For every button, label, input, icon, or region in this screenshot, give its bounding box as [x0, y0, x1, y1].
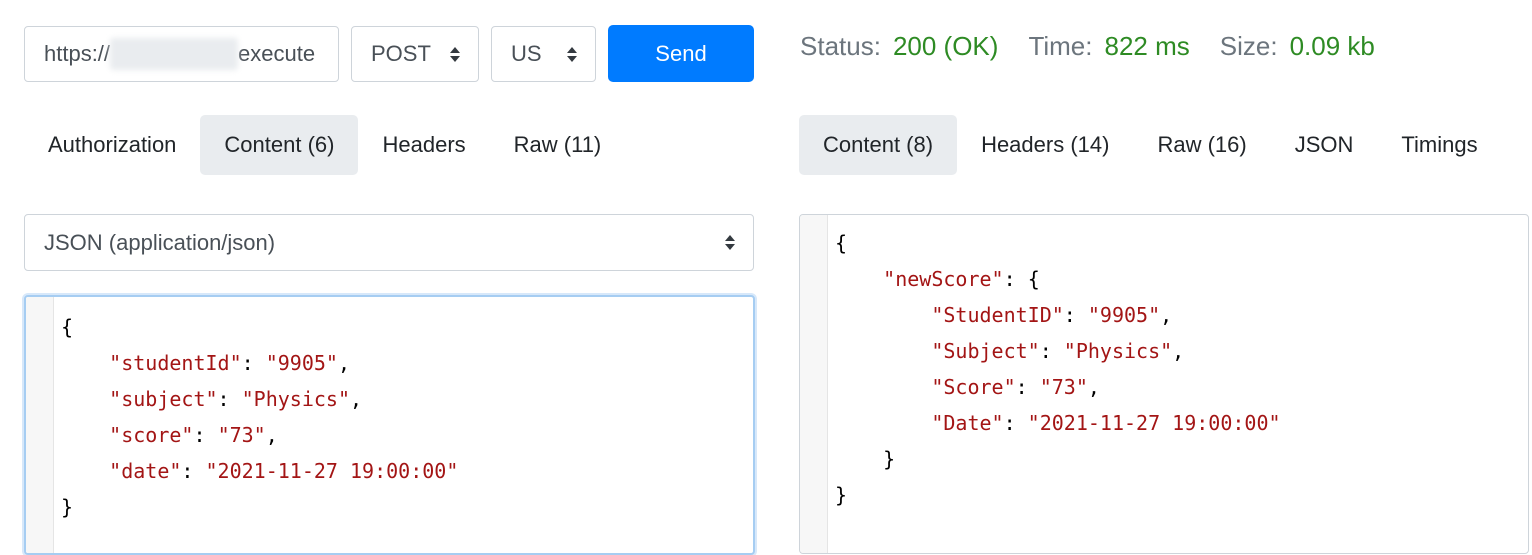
- request-body-editor[interactable]: { "studentId": "9905", "subject": "Physi…: [24, 295, 755, 555]
- tab-response-raw[interactable]: Raw (16): [1133, 115, 1270, 175]
- status-value: 200 (OK): [892, 30, 999, 61]
- tab-response-headers[interactable]: Headers (14): [957, 115, 1133, 175]
- tab-response-json[interactable]: JSON: [1271, 115, 1378, 175]
- editor-gutter: [800, 215, 828, 553]
- tab-response-timings[interactable]: Timings: [1377, 115, 1501, 175]
- response-body-viewer: { "newScore": { "StudentID": "9905", "Su…: [799, 214, 1529, 554]
- tab-content[interactable]: Content (6): [200, 115, 359, 175]
- content-type-select[interactable]: JSON (application/json): [24, 214, 754, 271]
- time-value: 822 ms: [1104, 30, 1190, 61]
- editor-gutter: [26, 297, 54, 553]
- status-label: Status:: [800, 30, 881, 61]
- method-select[interactable]: POST: [351, 26, 479, 82]
- response-body-code: { "newScore": { "StudentID": "9905", "Su…: [835, 231, 1281, 507]
- region-value: US: [511, 41, 542, 66]
- content-type-value: JSON (application/json): [44, 229, 276, 255]
- response-status-line: Status: 200 (OK) Time: 822 ms Size: 0.09…: [800, 26, 1405, 66]
- request-body-code: { "studentId": "9905", "subject": "Physi…: [61, 315, 459, 519]
- url-prefix: https://: [44, 41, 111, 66]
- sort-arrows-icon: [450, 46, 460, 62]
- url-suffix: execute: [238, 41, 316, 66]
- request-tabs: Authorization Content (6) Headers Raw (1…: [24, 115, 625, 175]
- size-value: 0.09 kb: [1289, 30, 1375, 61]
- tab-authorization[interactable]: Authorization: [24, 115, 200, 175]
- method-value: POST: [371, 41, 431, 66]
- sort-arrows-icon: [567, 46, 577, 62]
- url-input[interactable]: https:// execute: [24, 26, 339, 82]
- tab-headers[interactable]: Headers: [358, 115, 489, 175]
- time-label: Time:: [1028, 30, 1093, 61]
- response-tabs: Content (8) Headers (14) Raw (16) JSON T…: [799, 115, 1502, 175]
- send-button[interactable]: Send: [608, 25, 754, 82]
- url-redacted-blur: [110, 38, 239, 70]
- size-label: Size:: [1219, 30, 1278, 61]
- region-select[interactable]: US: [491, 26, 596, 82]
- tab-raw[interactable]: Raw (11): [490, 115, 626, 175]
- tab-response-content[interactable]: Content (8): [799, 115, 958, 175]
- sort-arrows-icon: [725, 235, 735, 250]
